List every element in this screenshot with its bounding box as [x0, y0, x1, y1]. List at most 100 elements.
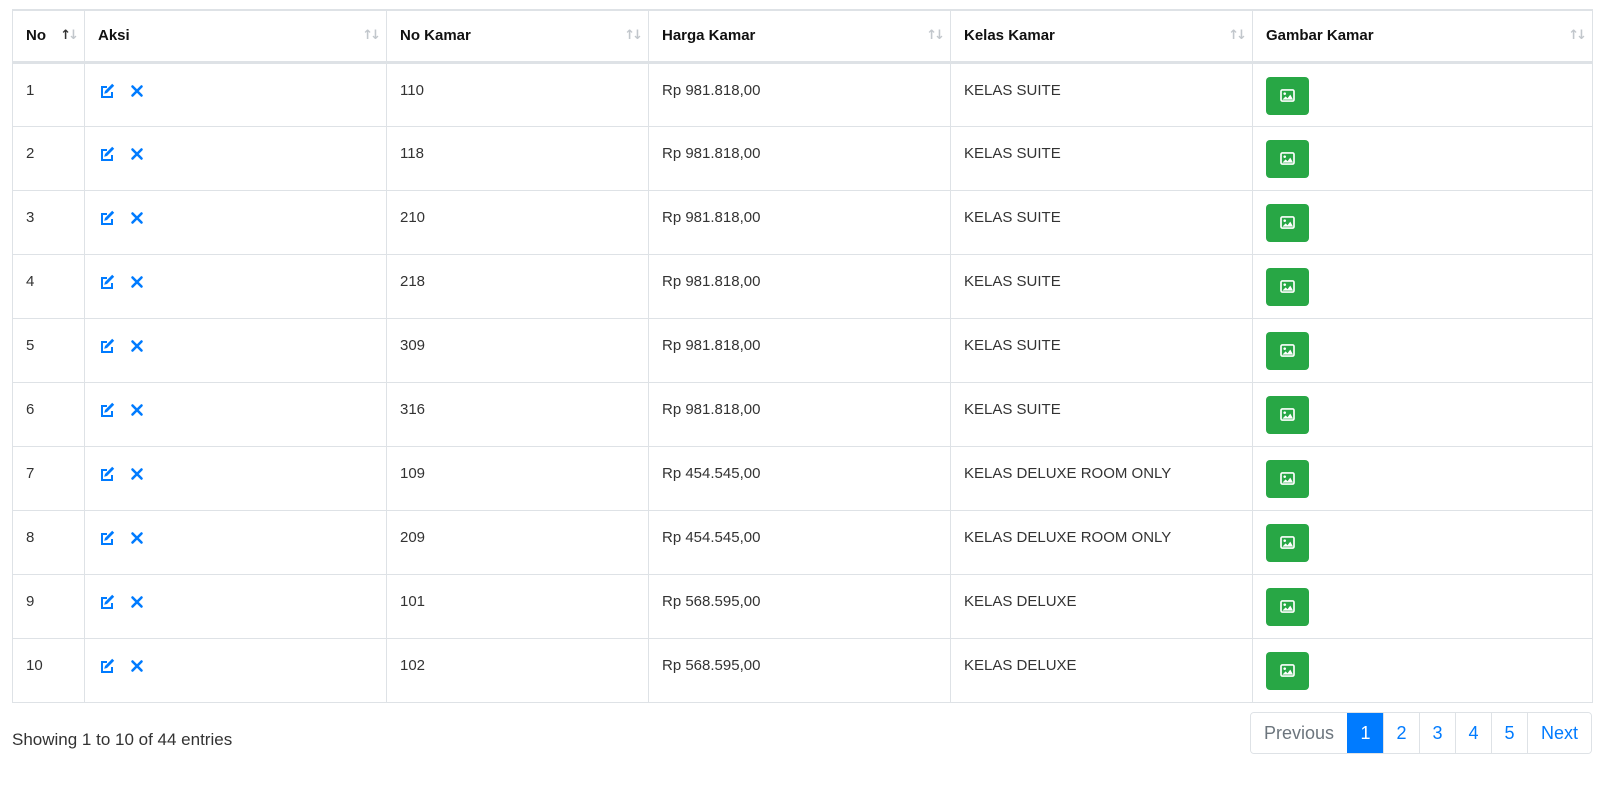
header-kelas-kamar[interactable]: Kelas Kamar ↑↓ [950, 9, 1253, 64]
delete-icon[interactable] [128, 82, 146, 100]
cell-harga-kamar: Rp 568.595,00 [648, 637, 951, 703]
entries-info: Showing 1 to 10 of 44 entries [12, 730, 233, 749]
edit-icon[interactable] [98, 145, 116, 163]
edit-icon[interactable] [98, 465, 116, 483]
header-gambar-kamar[interactable]: Gambar Kamar ↑↓ [1252, 9, 1593, 64]
view-image-button[interactable] [1266, 76, 1309, 115]
page-button-3[interactable]: 3 [1418, 713, 1455, 753]
page-button-1[interactable]: 1 [1346, 713, 1383, 753]
cell-aksi [84, 573, 387, 639]
edit-icon[interactable] [98, 82, 116, 100]
table-row: 3 210 Rp 981.818,00 KELAS SUITE [12, 189, 1593, 255]
cell-harga-kamar: Rp 981.818,00 [648, 317, 951, 383]
header-no-kamar[interactable]: No Kamar ↑↓ [386, 9, 649, 64]
header-label: No [26, 27, 46, 45]
cell-gambar-kamar [1252, 573, 1593, 639]
edit-icon[interactable] [98, 337, 116, 355]
table-footer: Showing 1 to 10 of 44 entries Previous 1… [12, 712, 1592, 754]
previous-page-button[interactable]: Previous [1250, 713, 1347, 753]
table-row: 6 316 Rp 981.818,00 KELAS SUITE [12, 381, 1593, 447]
view-image-button[interactable] [1266, 523, 1309, 562]
delete-icon[interactable] [128, 593, 146, 611]
edit-icon[interactable] [98, 273, 116, 291]
page-button-2[interactable]: 2 [1382, 713, 1419, 753]
cell-kelas-kamar: KELAS SUITE [950, 317, 1253, 383]
delete-icon[interactable] [128, 401, 146, 419]
view-image-button[interactable] [1266, 587, 1309, 626]
cell-aksi [84, 381, 387, 447]
table-header-row: No ↑↓ Aksi ↑↓ No Kamar ↑↓ Harga Kamar ↑↓ Kelas K… [12, 9, 1593, 64]
cell-gambar-kamar [1252, 125, 1593, 191]
cell-kelas-kamar: KELAS SUITE [950, 381, 1253, 447]
image-icon [1280, 536, 1295, 549]
sort-icon[interactable]: ↑↓ [624, 28, 643, 43]
table-row: 2 118 Rp 981.818,00 KELAS SUITE [12, 125, 1593, 191]
delete-icon[interactable] [128, 529, 146, 547]
cell-kelas-kamar: KELAS DELUXE [950, 637, 1253, 703]
header-label: Gambar Kamar [1266, 27, 1374, 45]
sort-icon[interactable]: ↑↓ [60, 28, 79, 43]
cell-gambar-kamar [1252, 637, 1593, 703]
image-icon [1280, 216, 1295, 229]
cell-no-kamar: 316 [386, 381, 649, 447]
cell-no-kamar: 209 [386, 509, 649, 575]
view-image-button[interactable] [1266, 459, 1309, 498]
sort-icon[interactable]: ↑↓ [1228, 28, 1247, 43]
cell-no-kamar: 101 [386, 573, 649, 639]
cell-no-kamar: 210 [386, 189, 649, 255]
delete-icon[interactable] [128, 465, 146, 483]
edit-icon[interactable] [98, 401, 116, 419]
delete-icon[interactable] [128, 273, 146, 291]
sort-icon[interactable]: ↑↓ [926, 28, 945, 43]
cell-aksi [84, 125, 387, 191]
header-label: Kelas Kamar [964, 27, 1055, 45]
page-button-4[interactable]: 4 [1454, 713, 1491, 753]
view-image-button[interactable] [1266, 395, 1309, 434]
image-icon [1280, 664, 1295, 677]
delete-icon[interactable] [128, 145, 146, 163]
cell-harga-kamar: Rp 981.818,00 [648, 189, 951, 255]
table-row: 1 110 Rp 981.818,00 KELAS SUITE [12, 61, 1593, 127]
next-page-button[interactable]: Next [1526, 713, 1591, 753]
image-icon [1280, 344, 1295, 357]
edit-icon[interactable] [98, 209, 116, 227]
table-row: 9 101 Rp 568.595,00 KELAS DELUXE [12, 573, 1593, 639]
delete-icon[interactable] [128, 337, 146, 355]
edit-icon[interactable] [98, 593, 116, 611]
cell-harga-kamar: Rp 454.545,00 [648, 509, 951, 575]
sort-icon[interactable]: ↑↓ [362, 28, 381, 43]
delete-icon[interactable] [128, 209, 146, 227]
rooms-table-wrapper: No ↑↓ Aksi ↑↓ No Kamar ↑↓ Harga Kamar ↑↓ Kelas K… [12, 9, 1593, 703]
cell-no-kamar: 110 [386, 61, 649, 127]
cell-no: 3 [12, 189, 85, 255]
header-label: No Kamar [400, 27, 471, 45]
page-button-5[interactable]: 5 [1490, 713, 1527, 753]
table-row: 5 309 Rp 981.818,00 KELAS SUITE [12, 317, 1593, 383]
header-label: Aksi [98, 27, 130, 45]
cell-no: 1 [12, 61, 85, 127]
view-image-button[interactable] [1266, 139, 1309, 178]
cell-gambar-kamar [1252, 509, 1593, 575]
edit-icon[interactable] [98, 657, 116, 675]
cell-gambar-kamar [1252, 61, 1593, 127]
cell-no: 9 [12, 573, 85, 639]
rooms-table: No ↑↓ Aksi ↑↓ No Kamar ↑↓ Harga Kamar ↑↓ Kelas K… [12, 9, 1593, 703]
cell-kelas-kamar: KELAS SUITE [950, 125, 1253, 191]
view-image-button[interactable] [1266, 331, 1309, 370]
header-aksi[interactable]: Aksi ↑↓ [84, 9, 387, 64]
table-row: 8 209 Rp 454.545,00 KELAS DELUXE ROOM ONLY [12, 509, 1593, 575]
cell-aksi [84, 61, 387, 127]
table-row: 10 102 Rp 568.595,00 KELAS DELUXE [12, 637, 1593, 703]
cell-harga-kamar: Rp 454.545,00 [648, 445, 951, 511]
cell-gambar-kamar [1252, 381, 1593, 447]
view-image-button[interactable] [1266, 203, 1309, 242]
header-harga-kamar[interactable]: Harga Kamar ↑↓ [648, 9, 951, 64]
delete-icon[interactable] [128, 657, 146, 675]
edit-icon[interactable] [98, 529, 116, 547]
cell-aksi [84, 637, 387, 703]
view-image-button[interactable] [1266, 651, 1309, 690]
header-no[interactable]: No ↑↓ [12, 9, 85, 64]
view-image-button[interactable] [1266, 267, 1309, 306]
cell-aksi [84, 509, 387, 575]
sort-icon[interactable]: ↑↓ [1568, 28, 1587, 43]
